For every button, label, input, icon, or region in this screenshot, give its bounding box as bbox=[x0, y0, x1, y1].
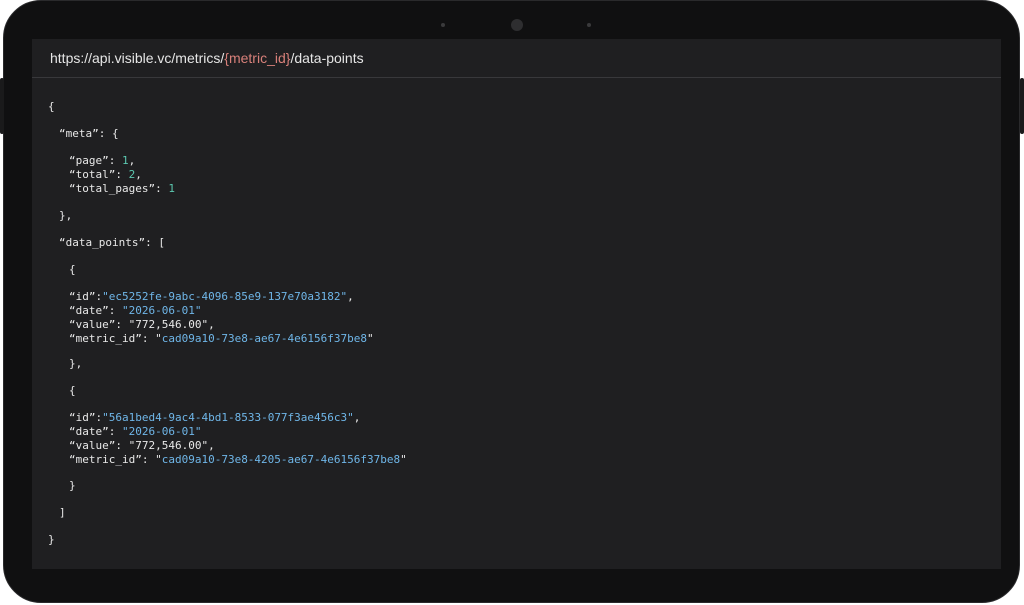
brace-open: { bbox=[48, 100, 55, 113]
item-2-close: } bbox=[69, 479, 76, 492]
camera-icon bbox=[511, 19, 523, 31]
meta-page: “page”: 1, bbox=[69, 154, 136, 167]
brace-close: } bbox=[48, 533, 55, 546]
item-1-date: “date”: "2026-06-01" bbox=[69, 304, 202, 317]
meta-key-line: “meta”: { bbox=[59, 127, 119, 140]
screen: https://api.visible.vc/metrics/{metric_i… bbox=[32, 39, 1001, 569]
meta-close: }, bbox=[59, 209, 73, 222]
item-2-date: “date”: "2026-06-01" bbox=[69, 425, 202, 438]
array-close: ] bbox=[59, 506, 66, 519]
item-1-date-value: 2026-06-01 bbox=[128, 304, 195, 317]
meta-total: “total”: 2, bbox=[69, 168, 142, 181]
item-2-metric-id-value: cad09a10-73e8-4205-ae67-4e6156f37be8 bbox=[161, 453, 401, 466]
meta-total-pages-value: 1 bbox=[168, 182, 175, 195]
side-button bbox=[1020, 78, 1024, 134]
meta-total-pages: “total_pages”: 1 bbox=[69, 182, 175, 195]
item-1-close: }, bbox=[69, 357, 83, 370]
data-points-key-line: “data_points”: [ bbox=[59, 236, 165, 249]
item-2-open: { bbox=[69, 384, 76, 397]
sensor-dot bbox=[441, 23, 445, 27]
item-1-metric-id: “metric_id”: "cad09a10-73e8-ae67-4e6156f… bbox=[69, 332, 374, 345]
item-2-metric-id: “metric_id”: "cad09a10-73e8-4205-ae67-4e… bbox=[69, 453, 407, 466]
item-1-value: “value”: "772,546.00", bbox=[69, 318, 215, 331]
json-response: { “meta”: { “page”: 1, “total”: 2, “tota… bbox=[32, 39, 1001, 569]
item-1-open: { bbox=[69, 263, 76, 276]
meta-total-value: 2 bbox=[128, 168, 136, 181]
item-2-value-value: 772,546.00 bbox=[135, 439, 202, 452]
item-2-value: “value”: "772,546.00", bbox=[69, 439, 215, 452]
item-2-id-value: 56a1bed4-9ac4-4bd1-8533-077f3ae456c3 bbox=[108, 411, 348, 424]
item-2-date-value: 2026-06-01 bbox=[128, 425, 195, 438]
item-2-id: “id”:"56a1bed4-9ac4-4bd1-8533-077f3ae456… bbox=[69, 411, 361, 424]
item-1-id-value: ec5252fe-9abc-4096-85e9-137e70a3182 bbox=[108, 290, 341, 303]
item-1-metric-id-value: cad09a10-73e8-ae67-4e6156f37be8 bbox=[161, 332, 368, 345]
sensor-dot bbox=[587, 23, 591, 27]
meta-page-value: 1 bbox=[121, 154, 129, 167]
tablet-frame: https://api.visible.vc/metrics/{metric_i… bbox=[3, 0, 1020, 603]
item-1-id: “id”:"ec5252fe-9abc-4096-85e9-137e70a318… bbox=[69, 290, 354, 303]
item-1-value-value: 772,546.00 bbox=[135, 318, 202, 331]
side-button bbox=[0, 78, 4, 134]
